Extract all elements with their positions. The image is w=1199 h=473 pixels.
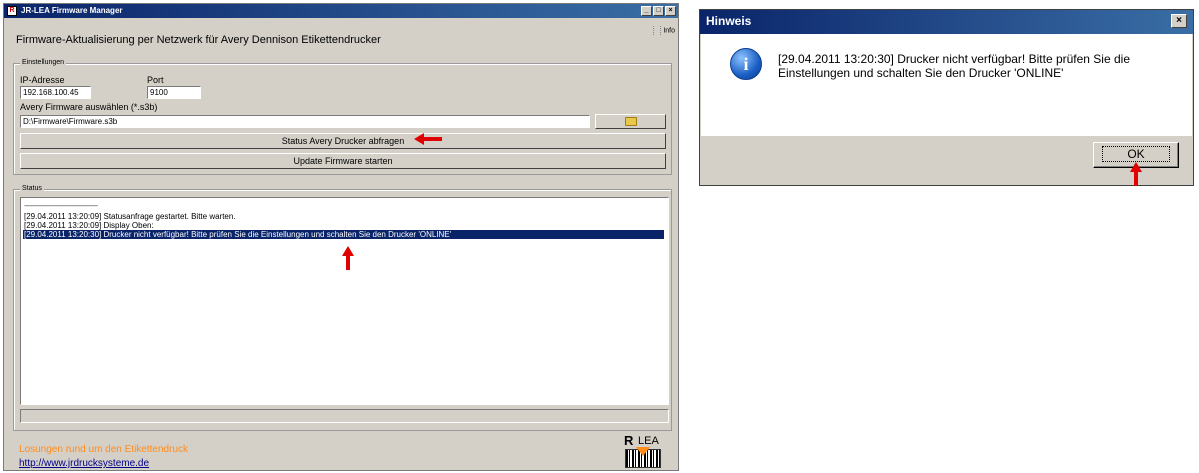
jr-lea-logo: R LEA [622,433,664,469]
browse-button[interactable] [595,114,666,129]
info-icon: i [730,48,762,80]
update-firmware-button[interactable]: Update Firmware starten [20,153,666,169]
info-button[interactable]: Info [653,26,675,35]
settings-group-label: Einstellungen [20,59,67,66]
app-icon: R [7,6,17,16]
minimize-button[interactable]: _ [641,6,652,16]
status-group-label: Status [20,185,44,192]
ok-label: OK [1102,146,1170,162]
annotation-arrow-icon [342,246,354,270]
website-link[interactable]: http://www.jrdrucksysteme.de [19,458,149,469]
status-log-list[interactable]: ----------------------------------------… [20,197,669,405]
title-bar[interactable]: R JR-LEA Firmware Manager _ □ × [4,4,678,18]
ip-label: IP-Adresse [20,75,65,85]
log-line[interactable]: ----------------------------------------… [24,201,98,210]
annotation-arrow-icon [414,133,442,145]
annotation-arrow-icon [1130,162,1142,186]
log-line[interactable]: [29.04.2011 13:20:09] Statusanfrage gest… [24,212,236,221]
main-window: R JR-LEA Firmware Manager _ □ × Info Fir… [3,3,679,471]
maximize-button[interactable]: □ [653,6,664,16]
firmware-label: Avery Firmware auswählen (*.s3b) [20,102,158,112]
dialog-title: Hinweis [706,14,752,28]
info-label: Info [663,27,675,35]
dialog-close-button[interactable]: × [1171,14,1187,28]
dialog-body [701,34,1192,136]
port-field[interactable]: 9100 [147,86,201,99]
notice-dialog: Hinweis × i [29.04.2011 13:20:30] Drucke… [699,9,1194,186]
log-line[interactable]: [29.04.2011 13:20:09] Display Oben: [24,221,154,230]
dialog-message: [29.04.2011 13:20:30] Drucker nicht verf… [778,52,1130,80]
logo-text: LEA [638,435,659,447]
page-title: Firmware-Aktualisierung per Netzwerk für… [16,34,381,46]
window-title: JR-LEA Firmware Manager [21,6,123,15]
port-label: Port [147,75,164,85]
progress-bar [20,409,669,423]
download-arrow-icon [636,447,650,456]
close-button[interactable]: × [665,6,676,16]
slogan-text: Losungen rund um den Etikettendruck [19,444,188,455]
firmware-path-field[interactable]: D:\Firmware\Firmware.s3b [20,115,590,128]
grip-icon [653,26,662,35]
log-line-selected[interactable]: [29.04.2011 13:20:30] Drucker nicht verf… [23,230,664,239]
dialog-title-bar[interactable]: Hinweis × [700,10,1193,34]
logo-mark: R [624,433,633,448]
folder-icon [624,117,637,127]
status-query-button[interactable]: Status Avery Drucker abfragen [20,133,666,149]
ip-address-field[interactable]: 192.168.100.45 [20,86,91,99]
